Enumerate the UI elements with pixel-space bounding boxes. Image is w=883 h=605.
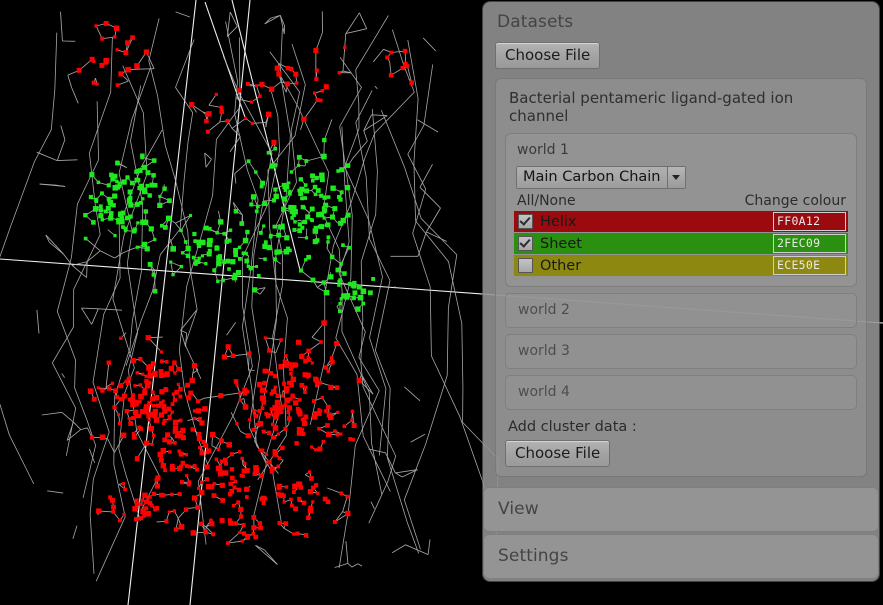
- colour-rows: Helix Sheet Other: [514, 211, 848, 276]
- cluster-choose-file-button[interactable]: Choose File: [505, 440, 610, 467]
- hex-input-helix[interactable]: [773, 212, 846, 231]
- section-datasets: Datasets Choose File Bacterial pentameri…: [483, 2, 879, 487]
- colour-row-left: Helix: [518, 214, 576, 230]
- colour-row[interactable]: Other: [514, 255, 848, 276]
- dataset-group: Bacterial pentameric ligand-gated ion ch…: [495, 78, 867, 477]
- collapsed-world-2[interactable]: world 2: [505, 293, 857, 328]
- cluster-data-label: Add cluster data :: [505, 410, 857, 440]
- representation-select-value: Main Carbon Chain: [517, 167, 667, 188]
- colour-row-label: Other: [540, 258, 581, 274]
- world-1-title: world 1: [514, 141, 848, 166]
- view-header[interactable]: View: [483, 487, 879, 532]
- world-1-group: world 1 Main Carbon Chain All/None Chang…: [505, 133, 857, 287]
- choose-file-button[interactable]: Choose File: [495, 42, 600, 69]
- colour-row[interactable]: Helix: [514, 211, 848, 232]
- datasets-body: Choose File Bacterial pentameric ligand-…: [483, 42, 879, 487]
- collapsed-world-3[interactable]: world 3: [505, 334, 857, 369]
- settings-header[interactable]: Settings: [483, 534, 879, 579]
- section-view: View: [483, 487, 879, 532]
- section-settings: Settings: [483, 534, 879, 579]
- control-panel: Datasets Choose File Bacterial pentameri…: [483, 2, 879, 581]
- colour-row-label: Sheet: [540, 236, 582, 252]
- change-colour-label: Change colour: [745, 193, 846, 209]
- colour-row-label: Helix: [540, 214, 576, 230]
- collapsed-worlds: world 2 world 3 world 4: [505, 293, 857, 410]
- hex-input-other[interactable]: [773, 256, 846, 275]
- colour-table-header: All/None Change colour: [514, 192, 848, 211]
- checkbox-helix[interactable]: [518, 214, 533, 229]
- representation-select[interactable]: Main Carbon Chain: [516, 166, 686, 189]
- checkbox-other[interactable]: [518, 258, 533, 273]
- all-none-label[interactable]: All/None: [517, 193, 576, 209]
- colour-row[interactable]: Sheet: [514, 233, 848, 254]
- colour-row-left: Other: [518, 258, 581, 274]
- colour-row-left: Sheet: [518, 236, 582, 252]
- datasets-header[interactable]: Datasets: [483, 2, 879, 42]
- collapsed-world-4[interactable]: world 4: [505, 375, 857, 410]
- hex-input-sheet[interactable]: [773, 234, 846, 253]
- checkbox-sheet[interactable]: [518, 236, 533, 251]
- dataset-name-label: Bacterial pentameric ligand-gated ion ch…: [505, 87, 857, 133]
- chevron-down-icon[interactable]: [667, 167, 685, 188]
